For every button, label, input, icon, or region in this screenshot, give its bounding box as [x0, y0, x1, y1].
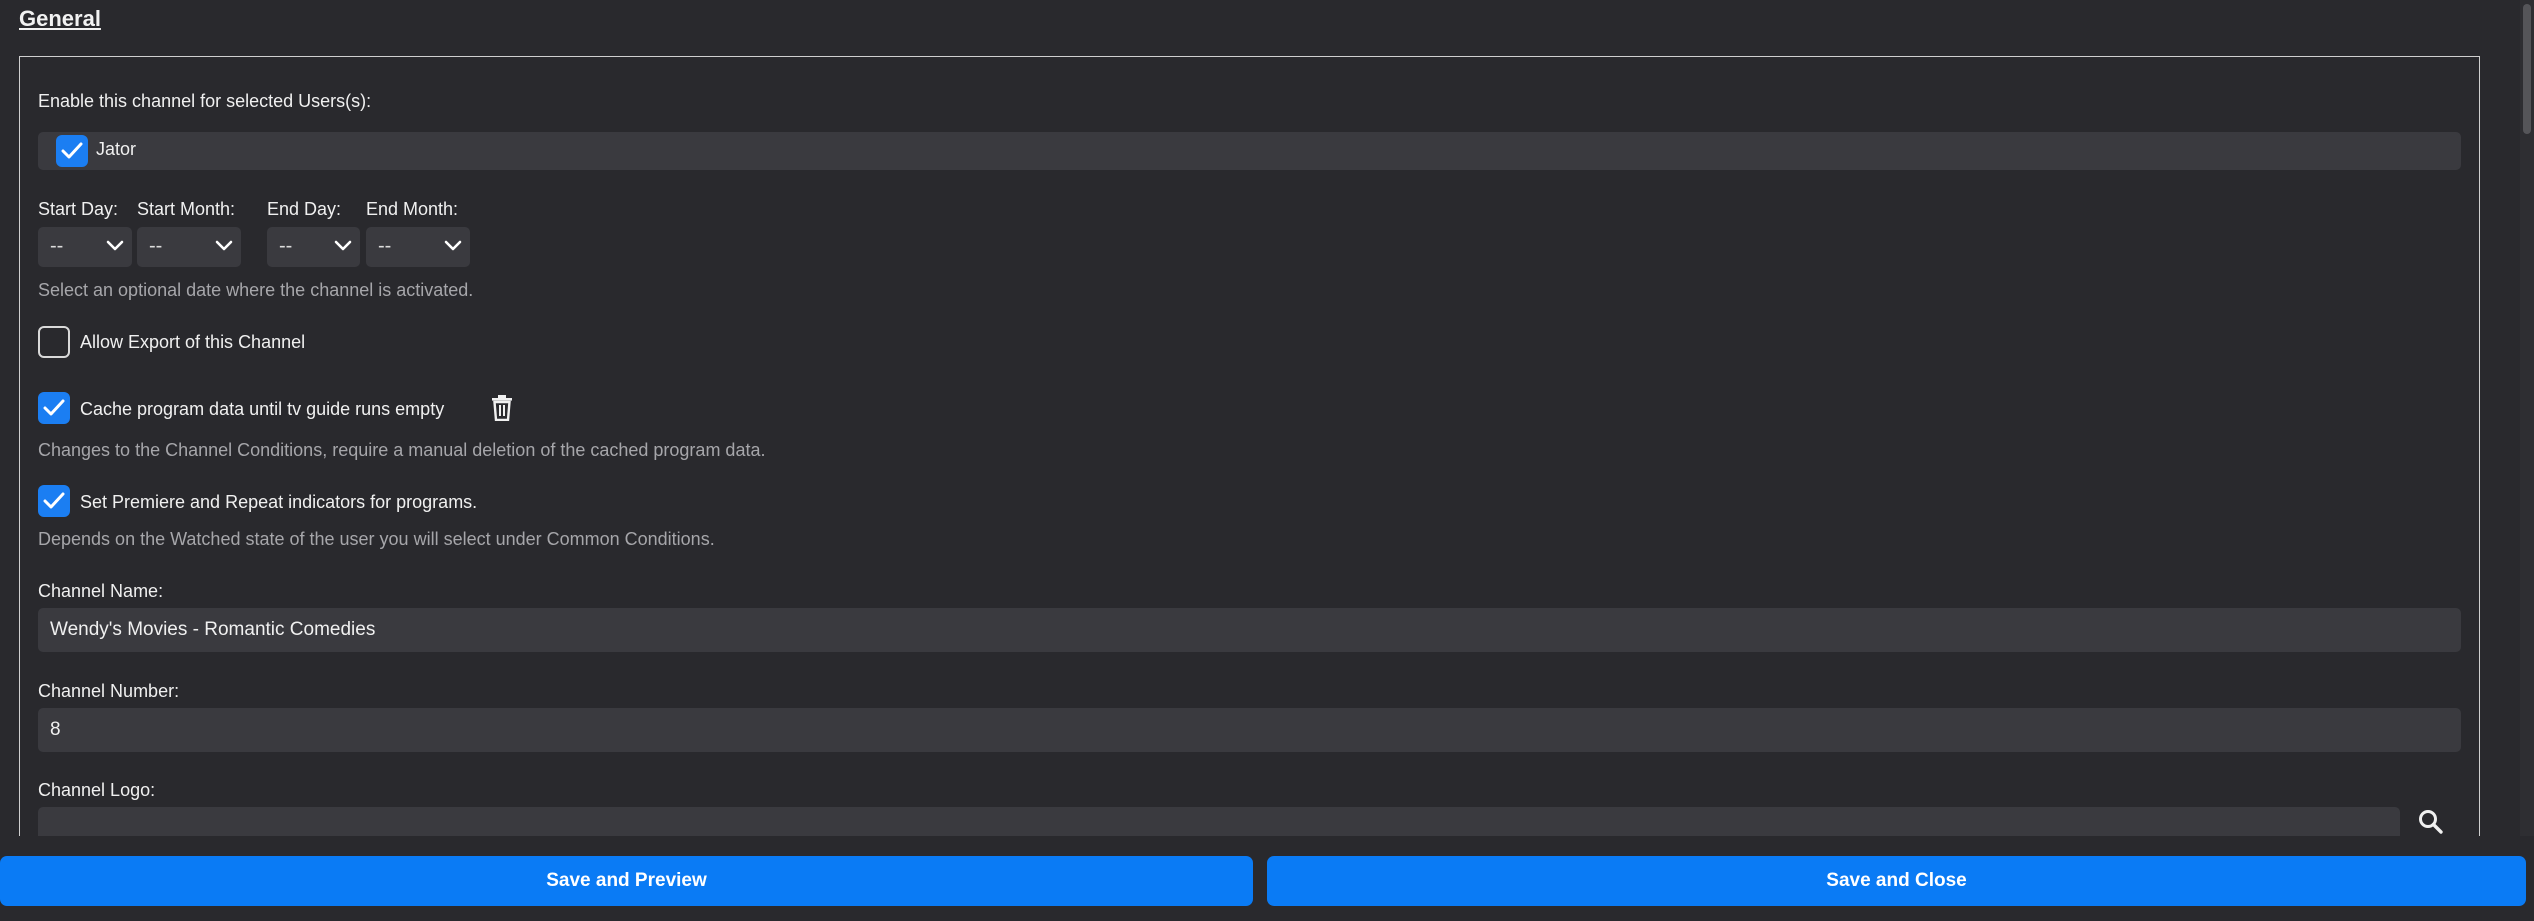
general-panel: Enable this channel for selected Users(s…: [19, 56, 2480, 921]
premiere-checkbox[interactable]: [38, 485, 70, 517]
cache-hint: Changes to the Channel Conditions, requi…: [38, 440, 766, 460]
channel-settings-page: General Enable this channel for selected…: [0, 0, 2534, 921]
start-month-label: Start Month:: [137, 199, 236, 219]
scrollbar[interactable]: [2520, 0, 2534, 921]
end-month-label: End Month:: [366, 199, 459, 219]
trash-icon[interactable]: [491, 395, 513, 421]
start-day-value: --: [50, 235, 64, 257]
channel-number-value: 8: [50, 719, 61, 740]
channel-name-input[interactable]: Wendy's Movies - Romantic Comedies: [38, 608, 2461, 652]
channel-number-input[interactable]: 8: [38, 708, 2461, 752]
start-month-value: --: [149, 235, 163, 257]
end-month-select[interactable]: --: [366, 227, 470, 267]
users-label: Enable this channel for selected Users(s…: [38, 91, 372, 111]
scrollbar-thumb[interactable]: [2523, 4, 2531, 134]
user-list: Jator: [38, 132, 2461, 170]
chevron-down-icon: [334, 240, 352, 251]
check-icon: [61, 142, 83, 159]
channel-logo-label: Channel Logo:: [38, 780, 156, 800]
check-icon: [43, 492, 65, 509]
start-day-label: Start Day:: [38, 199, 119, 219]
premiere-hint: Depends on the Watched state of the user…: [38, 529, 715, 549]
chevron-down-icon: [106, 240, 124, 251]
end-month-value: --: [378, 235, 392, 257]
check-icon: [43, 399, 65, 416]
footer-bar: Save and Preview Save and Close: [0, 836, 2534, 921]
cache-program-checkbox[interactable]: [38, 392, 70, 424]
allow-export-checkbox[interactable]: [38, 326, 70, 358]
channel-name-value: Wendy's Movies - Romantic Comedies: [50, 619, 376, 640]
channel-name-label: Channel Name:: [38, 581, 164, 601]
user-name-label: Jator: [96, 139, 137, 159]
end-day-label: End Day:: [267, 199, 342, 219]
chevron-down-icon: [215, 240, 233, 251]
start-day-select[interactable]: --: [38, 227, 132, 267]
section-title-general: General: [19, 6, 101, 31]
channel-number-label: Channel Number:: [38, 681, 180, 701]
chevron-down-icon: [444, 240, 462, 251]
start-month-select[interactable]: --: [137, 227, 241, 267]
premiere-label: Set Premiere and Repeat indicators for p…: [80, 492, 478, 512]
search-icon[interactable]: [2418, 809, 2444, 835]
user-checkbox-jator[interactable]: [56, 135, 88, 167]
allow-export-label: Allow Export of this Channel: [80, 332, 306, 352]
save-and-close-button[interactable]: Save and Close: [1267, 856, 2526, 906]
cache-program-label: Cache program data until tv guide runs e…: [80, 399, 445, 419]
end-day-value: --: [279, 235, 293, 257]
save-and-preview-button[interactable]: Save and Preview: [0, 856, 1253, 906]
end-day-select[interactable]: --: [267, 227, 360, 267]
date-hint: Select an optional date where the channe…: [38, 280, 474, 300]
